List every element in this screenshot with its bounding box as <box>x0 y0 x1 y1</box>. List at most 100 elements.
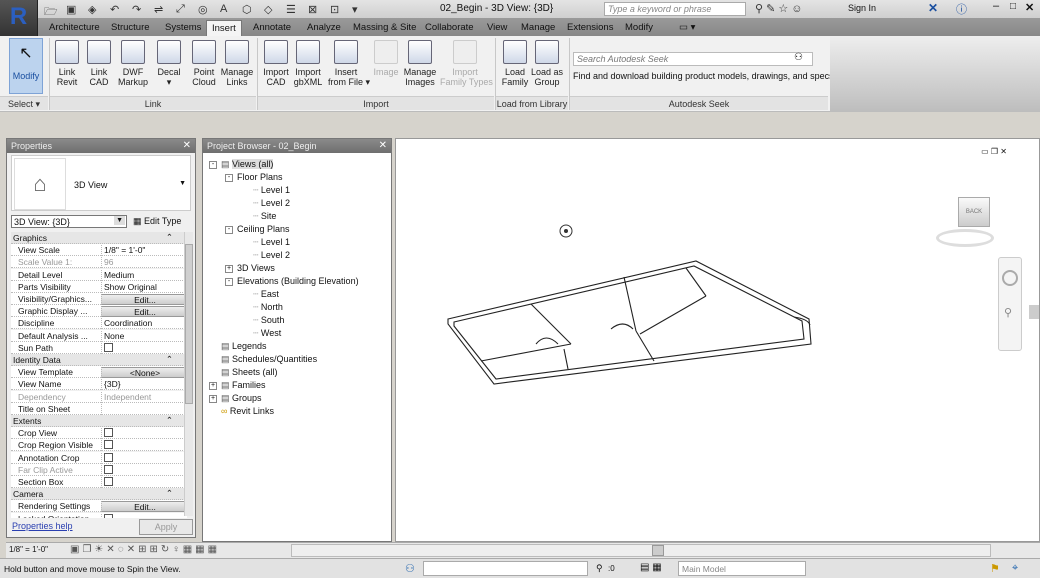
design-options-icon[interactable]: ▤ ▦ <box>640 562 662 573</box>
browser-item[interactable]: ┄ South <box>253 315 284 326</box>
browser-item[interactable]: +3D Views <box>225 263 275 273</box>
browser-item[interactable]: ▤ Legends <box>221 341 267 352</box>
collapse-icon[interactable]: ⌃ <box>166 354 173 365</box>
load-as-group-button[interactable]: Load as Group <box>530 40 564 87</box>
property-value[interactable] <box>101 403 187 415</box>
sync-icon[interactable]: ◈ <box>88 3 96 16</box>
zoom-icon[interactable]: ⚲ <box>1004 306 1016 319</box>
decal-button[interactable]: Decal ▾ <box>152 40 186 87</box>
tab-collaborate[interactable]: Collaborate <box>420 20 479 36</box>
3d-view-icon[interactable]: ⬡ <box>242 3 252 16</box>
navigation-bar[interactable]: ⚲ <box>998 257 1022 351</box>
binoculars-icon[interactable]: ⚇ <box>794 52 803 63</box>
property-value[interactable] <box>101 342 187 354</box>
browser-item[interactable]: - Ceiling Plans <box>225 224 290 234</box>
property-value[interactable]: 1/8" = 1'-0" <box>101 245 187 257</box>
browser-item[interactable]: + ▤ Groups <box>209 393 262 404</box>
sign-in-button[interactable]: Sign In <box>848 3 876 13</box>
property-value[interactable]: Medium <box>101 269 187 281</box>
property-edit-button[interactable]: Edit... <box>101 501 187 513</box>
application-menu-button[interactable]: R <box>0 0 38 36</box>
property-value[interactable] <box>101 477 187 488</box>
browser-item[interactable]: ▤ Sheets (all) <box>221 367 278 378</box>
save-icon[interactable]: ▣ <box>66 3 76 16</box>
checkbox[interactable] <box>104 464 113 474</box>
property-edit-button[interactable]: <None> <box>101 367 187 379</box>
checkbox[interactable] <box>104 428 113 438</box>
browser-item[interactable]: ┄ Site <box>253 211 276 222</box>
property-edit-button[interactable]: Edit... <box>101 294 187 305</box>
load-family-button[interactable]: Load Family <box>498 40 532 87</box>
property-value[interactable]: None <box>101 330 187 342</box>
close-button[interactable]: ✕ <box>1025 1 1034 14</box>
expand-icon[interactable]: + <box>225 264 233 273</box>
workset-dropdown[interactable] <box>423 561 588 576</box>
tab-insert[interactable]: Insert <box>206 20 242 36</box>
measure-icon[interactable]: ⤢ <box>176 3 185 16</box>
property-value[interactable] <box>101 464 187 476</box>
worksets-icon[interactable]: ⚇ <box>405 562 415 575</box>
align-icon[interactable]: ⇌ <box>154 3 163 16</box>
link-cad-button[interactable]: Link CAD <box>82 40 116 87</box>
3d-view-canvas[interactable]: ▭ ❐ ✕ BACK ⚲ <box>395 138 1040 542</box>
thin-lines-icon[interactable]: ☰ <box>286 3 296 16</box>
browser-item[interactable]: ∞ Revit Links <box>221 406 274 416</box>
browser-item[interactable]: - Floor Plans <box>225 172 283 182</box>
infocenter-icons[interactable]: ⚲ ✎ ☆ ☺ <box>755 2 803 15</box>
browser-item[interactable]: ┄ Level 1 <box>253 237 290 248</box>
tab-view[interactable]: View <box>482 20 512 36</box>
apply-button[interactable]: Apply <box>139 519 193 535</box>
property-value[interactable] <box>101 513 187 518</box>
viewcube[interactable]: BACK <box>936 191 996 247</box>
checkbox[interactable] <box>104 513 113 518</box>
browser-item[interactable]: ┄ Level 1 <box>253 185 290 196</box>
collapse-icon[interactable]: - <box>209 160 217 169</box>
search-input[interactable]: Type a keyword or phrase <box>604 2 746 16</box>
link-revit-button[interactable]: Link Revit <box>50 40 84 87</box>
tab-analyze[interactable]: Analyze <box>302 20 346 36</box>
browser-item[interactable]: ┄ Level 2 <box>253 250 290 261</box>
steering-wheel-icon[interactable] <box>1002 270 1018 286</box>
checkbox[interactable] <box>104 452 113 462</box>
vertical-scrollbar[interactable] <box>1029 305 1039 319</box>
tab-annotate[interactable]: Annotate <box>248 20 296 36</box>
property-value[interactable] <box>101 452 187 464</box>
checkbox[interactable] <box>104 440 113 450</box>
collapse-icon[interactable]: ⌃ <box>166 488 173 499</box>
horizontal-scrollbar[interactable] <box>291 544 991 557</box>
customize-icon[interactable]: ▾ <box>352 3 358 16</box>
view-scale-button[interactable]: 1/8" = 1'-0" <box>9 545 48 554</box>
view-minimize-icon[interactable]: ▭ ❐ ✕ <box>981 147 1007 156</box>
browser-item[interactable]: - Elevations (Building Elevation) <box>225 276 359 286</box>
dwf-markup-button[interactable]: DWF Markup <box>116 40 150 87</box>
close-windows-icon[interactable]: ⊠ <box>308 3 317 16</box>
help-icon[interactable]: ⓘ <box>956 1 967 17</box>
browser-item[interactable]: ┄ Level 2 <box>253 198 290 209</box>
edit-type-button[interactable]: ▦ Edit Type <box>133 216 181 227</box>
instance-filter-dropdown[interactable]: 3D View: {3D} ▼ <box>11 215 127 228</box>
tab-manage[interactable]: Manage <box>516 20 560 36</box>
tab-architecture[interactable]: Architecture <box>44 20 105 36</box>
tab-extensions[interactable]: Extensions <box>562 20 618 36</box>
tab-massing-site[interactable]: Massing & Site <box>348 20 421 36</box>
maximize-button[interactable]: □ <box>1010 1 1016 12</box>
checkbox[interactable] <box>104 342 113 352</box>
browser-item[interactable]: - ▤ Views (all) <box>209 159 274 170</box>
seek-search-input[interactable]: Search Autodesk Seek <box>573 52 813 66</box>
collapse-icon[interactable]: ⌃ <box>166 415 173 426</box>
filter-icon[interactable]: ⚑ <box>990 562 1000 575</box>
exchange-icon[interactable]: ✕ <box>928 1 938 15</box>
insert-from-file-button[interactable]: Insert from File ▾ <box>328 40 370 87</box>
collapse-icon[interactable]: ⌃ <box>166 232 173 243</box>
browser-item[interactable]: ┄ East <box>253 289 279 300</box>
import-gbxml-button[interactable]: Import gbXML <box>290 40 326 87</box>
redo-icon[interactable]: ↷ <box>132 3 141 16</box>
tab-systems[interactable]: Systems <box>160 20 206 36</box>
expand-icon[interactable]: + <box>209 394 217 403</box>
select-dropdown[interactable]: Select ▾ <box>0 96 48 110</box>
close-icon[interactable]: ✕ <box>379 140 387 151</box>
manage-images-button[interactable]: Manage Images <box>402 40 438 87</box>
type-selector[interactable]: ⌂ 3D View ▼ <box>11 155 191 211</box>
expand-icon[interactable]: + <box>209 381 217 390</box>
collapse-icon[interactable]: - <box>225 173 233 182</box>
